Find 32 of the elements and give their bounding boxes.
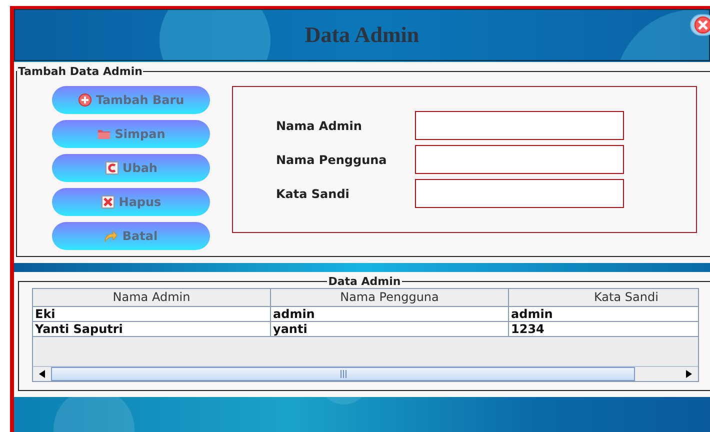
action-button[interactable]: Hapus bbox=[52, 188, 210, 216]
close-button[interactable] bbox=[690, 14, 710, 36]
delete-icon bbox=[100, 195, 115, 209]
folder-icon bbox=[96, 127, 111, 141]
scroll-thumb[interactable] bbox=[51, 367, 635, 381]
column-header[interactable]: Kata Sandi bbox=[509, 289, 698, 307]
left-arrow-icon bbox=[39, 370, 45, 378]
curved-arrow-icon bbox=[104, 229, 118, 243]
right-arrow-icon bbox=[686, 370, 692, 378]
table-cell: yanti bbox=[271, 322, 509, 337]
input-field[interactable] bbox=[415, 179, 624, 208]
grip-icon bbox=[340, 370, 346, 378]
table-cell: Yanti Saputri bbox=[33, 322, 271, 337]
close-icon bbox=[696, 18, 710, 32]
plus-circle-icon bbox=[78, 93, 92, 107]
edit-icon bbox=[104, 161, 118, 175]
action-button[interactable]: Tambah Baru bbox=[52, 86, 210, 114]
group-title: Tambah Data Admin bbox=[17, 65, 144, 78]
group-title: Data Admin bbox=[327, 275, 402, 288]
field-label: Nama Admin bbox=[276, 118, 363, 132]
input-field[interactable] bbox=[415, 111, 624, 140]
action-button[interactable]: Batal bbox=[52, 222, 210, 250]
field-label: Kata Sandi bbox=[276, 186, 350, 200]
column-header[interactable]: Nama Pengguna bbox=[271, 289, 509, 307]
table-cell: 1234 bbox=[509, 322, 698, 337]
window-title: Data Admin bbox=[304, 22, 420, 48]
column-header[interactable]: Nama Admin bbox=[33, 289, 271, 307]
input-field[interactable] bbox=[415, 145, 624, 174]
field-label: Nama Pengguna bbox=[276, 152, 388, 166]
horizontal-scrollbar[interactable] bbox=[33, 366, 698, 381]
action-button[interactable]: Ubah bbox=[52, 154, 210, 182]
action-button[interactable]: Simpan bbox=[52, 120, 210, 148]
